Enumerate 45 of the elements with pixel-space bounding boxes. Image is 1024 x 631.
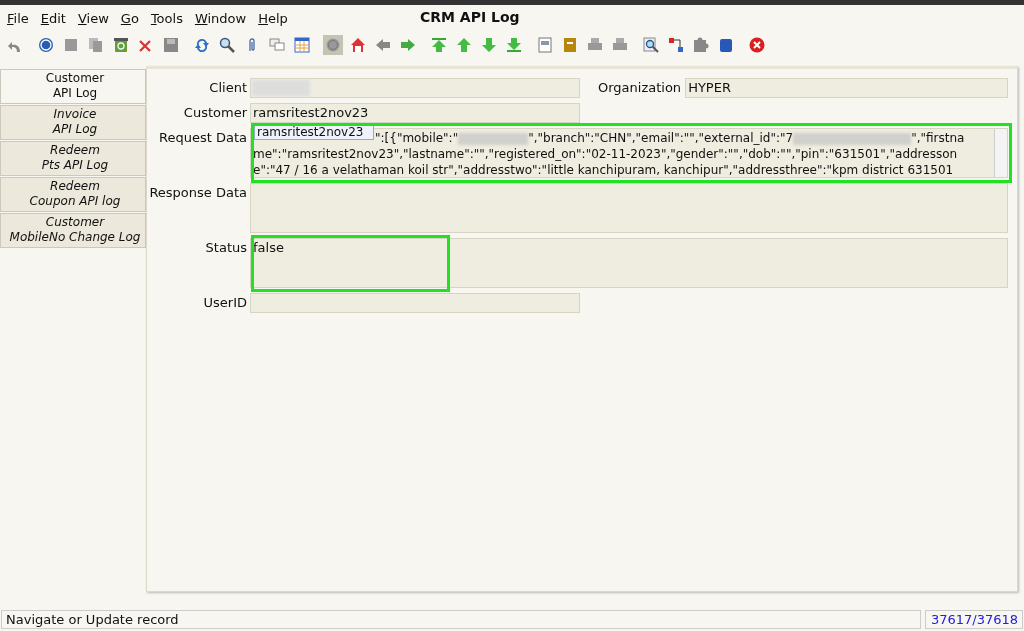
tab[interactable]: Redeem Coupon API log <box>0 177 146 212</box>
menu-item[interactable]: File <box>7 10 29 26</box>
input-field[interactable]: false <box>250 238 1008 288</box>
search-icon[interactable] <box>217 35 237 55</box>
menu-item[interactable]: Window <box>194 10 247 26</box>
calendar-icon[interactable] <box>292 35 312 55</box>
input-field[interactable] <box>250 183 1008 233</box>
status-message: Navigate or Update record <box>1 610 921 629</box>
record-counter: 37617/37618 <box>925 610 1023 629</box>
field-label: Client <box>208 79 248 97</box>
help-icon[interactable] <box>36 35 56 55</box>
window-title: CRM API Log <box>420 9 520 25</box>
menu-item[interactable]: Tools <box>150 10 183 26</box>
menu-item[interactable]: Help <box>258 10 288 26</box>
redaction-blur <box>458 132 529 145</box>
input-field[interactable]: HYPER <box>685 78 1008 98</box>
puzzle-icon[interactable] <box>691 35 711 55</box>
field-label: Status <box>204 239 248 257</box>
recycle-bin-icon[interactable] <box>111 35 131 55</box>
input-field[interactable]: ramsritest2nov23 <box>250 103 580 123</box>
close-icon[interactable] <box>747 35 767 55</box>
workflow-icon[interactable] <box>666 35 686 55</box>
text-line: me":"ramsritest2nov23","lastname":"","registered_on":"02-11-2023","gender":"","dob":"","pin":"631501","addresson <box>253 146 959 162</box>
scrollbar[interactable] <box>994 129 1007 177</box>
save-icon[interactable] <box>161 35 181 55</box>
tab[interactable]: Customer API Log <box>0 69 146 104</box>
last-record-icon[interactable] <box>504 35 524 55</box>
field-label: Organization <box>597 79 683 97</box>
menu-item[interactable]: View <box>77 10 109 26</box>
tab[interactable]: Invoice API Log <box>0 105 146 140</box>
field-label: Customer <box>182 104 248 122</box>
field-label: Request Data <box>158 129 248 147</box>
field-label: Response Data <box>148 184 248 202</box>
first-record-icon[interactable] <box>429 35 449 55</box>
tab[interactable]: Customer MobileNo Change Log <box>0 213 146 248</box>
document-icon[interactable] <box>535 35 555 55</box>
menu-item[interactable]: Edit <box>40 10 66 26</box>
input-field[interactable] <box>250 293 580 313</box>
circle-icon[interactable] <box>323 35 343 55</box>
zoom-document-icon[interactable] <box>641 35 661 55</box>
field-label: UserID <box>202 294 248 312</box>
input-field[interactable] <box>250 78 580 98</box>
text-line: e":"47 / 16 a velathaman koil str","addresstwo":"little kanchipuram, kanchipur","addressthree":"kpm district 631501 <box>253 162 955 177</box>
menu-item[interactable]: Go <box>120 10 139 26</box>
tab[interactable]: Redeem Pts API Log <box>0 141 146 176</box>
